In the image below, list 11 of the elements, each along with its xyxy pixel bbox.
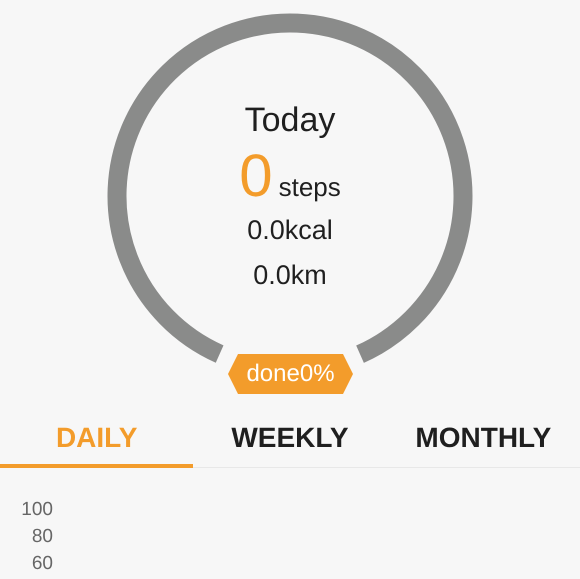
y-axis-label: 80: [32, 525, 53, 549]
period-tab[interactable]: WEEKLY: [193, 414, 387, 468]
period-tab[interactable]: MONTHLY: [386, 414, 580, 468]
distance-value: 0.0km: [253, 259, 327, 292]
calories-value: 0.0kcal: [247, 214, 333, 247]
step-count: 0: [239, 144, 273, 208]
y-axis-label: 60: [32, 552, 53, 576]
y-axis-label: 100: [21, 498, 53, 522]
progress-badge: done0%: [228, 354, 353, 394]
steps-unit: steps: [278, 172, 341, 203]
today-title: Today: [244, 100, 336, 141]
